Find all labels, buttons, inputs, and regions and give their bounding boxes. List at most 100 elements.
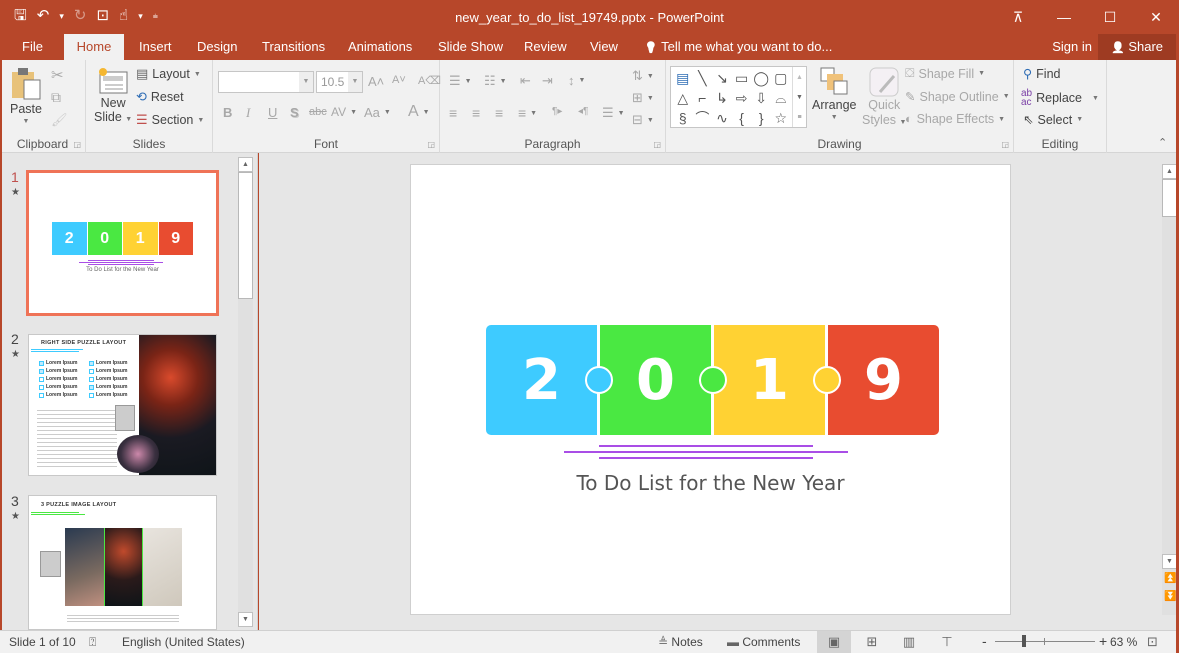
quick-styles-button[interactable]: Quick Styles ▼ bbox=[862, 66, 906, 130]
shape-gallery-item[interactable]: ▭ bbox=[732, 68, 752, 88]
font-size-input[interactable]: 10.5 ▼ bbox=[316, 71, 363, 93]
shape-outline-button[interactable]: ✎ Shape Outline ▼ bbox=[905, 89, 1010, 105]
slide-sorter-button[interactable]: ⊞ bbox=[855, 631, 889, 653]
align-right-button[interactable]: ≡ bbox=[495, 105, 503, 121]
ribbon-display-options-icon[interactable]: ⊼ bbox=[995, 0, 1041, 34]
shape-effects-button[interactable]: ◐ Shape Effects ▼ bbox=[905, 112, 1005, 126]
tab-review[interactable]: Review bbox=[512, 34, 579, 60]
underline-button[interactable]: U bbox=[268, 105, 277, 120]
right-to-left-button[interactable]: ◂¶ bbox=[578, 106, 588, 117]
slide-thumbnail-3[interactable]: 3 PUZZLE IMAGE LAYOUT bbox=[28, 495, 217, 630]
scroll-up-icon[interactable]: ▲ bbox=[1162, 164, 1177, 179]
reset-button[interactable]: ⟲ Reset bbox=[136, 89, 184, 105]
zoom-slider-thumb[interactable] bbox=[1022, 635, 1027, 647]
share-button[interactable]: 👤 Share bbox=[1098, 34, 1176, 60]
paragraph-launcher-icon[interactable]: ◲ bbox=[653, 140, 661, 149]
spellcheck-icon[interactable]: ⍰ bbox=[89, 635, 96, 650]
shape-gallery-item[interactable]: ⌓ bbox=[771, 88, 791, 108]
tell-me-box[interactable]: 💡 Tell me what you want to do... bbox=[632, 34, 844, 60]
justify-button[interactable]: ≡ ▼ bbox=[518, 105, 537, 121]
close-button[interactable]: ✕ bbox=[1133, 0, 1179, 34]
minimize-button[interactable]: — bbox=[1041, 0, 1087, 34]
convert-to-smartart-button[interactable]: ⊟ ▼ bbox=[632, 112, 654, 128]
scrollbar-thumb[interactable] bbox=[1162, 179, 1177, 217]
bold-button[interactable]: B bbox=[223, 105, 232, 120]
scroll-down-icon[interactable]: ▼ bbox=[1162, 554, 1177, 569]
shape-gallery-item[interactable]: ∿ bbox=[712, 108, 732, 128]
font-color-button[interactable]: A ▼ bbox=[408, 103, 430, 121]
gallery-up-icon[interactable]: ▲ bbox=[796, 74, 803, 81]
shape-gallery-item[interactable]: ↳ bbox=[712, 88, 732, 108]
clear-formatting-button[interactable]: A⌫ bbox=[418, 74, 441, 87]
shapes-gallery-scroll[interactable]: ▲ ▼ ≡ bbox=[792, 67, 806, 127]
font-launcher-icon[interactable]: ◲ bbox=[427, 140, 435, 149]
previous-slide-icon[interactable]: ⏫ bbox=[1164, 573, 1176, 584]
tab-animations[interactable]: Animations bbox=[336, 34, 424, 60]
shape-gallery-item[interactable]: ▢ bbox=[771, 68, 791, 88]
format-painter-icon[interactable]: 🖌 bbox=[51, 112, 68, 128]
section-button[interactable]: ☰ Section ▼ bbox=[136, 112, 204, 128]
editor-scrollbar[interactable]: ▲ ▼ bbox=[1162, 164, 1177, 615]
shape-gallery-item[interactable]: ╲ bbox=[693, 68, 713, 88]
select-button[interactable]: ⇖ Select ▼ bbox=[1023, 112, 1083, 128]
shape-gallery-item[interactable]: ◯ bbox=[751, 68, 771, 88]
shape-fill-button[interactable]: ⛋ Shape Fill ▼ bbox=[905, 66, 985, 81]
thumbnails-scrollbar[interactable]: ▲ ▼ bbox=[238, 157, 253, 627]
sign-in-link[interactable]: Sign in bbox=[1052, 34, 1092, 60]
columns-button[interactable]: ☰ ▼ bbox=[602, 105, 625, 121]
shape-gallery-item[interactable]: △ bbox=[673, 88, 693, 108]
tab-design[interactable]: Design bbox=[185, 34, 249, 60]
slide-thumbnail-1[interactable]: 2 0 1 9 To Do List for the New Year bbox=[26, 170, 219, 316]
left-to-right-button[interactable]: ¶▸ bbox=[552, 106, 562, 117]
zoom-in-button[interactable]: + bbox=[1099, 633, 1107, 649]
change-case-button[interactable]: Aa ▼ bbox=[364, 105, 391, 120]
notes-button[interactable]: ≜ Notes bbox=[658, 635, 703, 649]
zoom-out-button[interactable]: - bbox=[982, 633, 987, 649]
tab-transitions[interactable]: Transitions bbox=[250, 34, 337, 60]
language-indicator[interactable]: English (United States) bbox=[122, 635, 245, 649]
shape-gallery-item[interactable]: ⌒ bbox=[693, 108, 713, 128]
increase-indent-button[interactable]: ⇥ bbox=[542, 73, 553, 89]
scroll-down-icon[interactable]: ▼ bbox=[238, 612, 253, 627]
shape-gallery-item[interactable]: } bbox=[751, 108, 771, 128]
align-text-button[interactable]: ⊞ ▼ bbox=[632, 90, 654, 106]
bullets-button[interactable]: ☰ ▼ bbox=[449, 73, 472, 89]
puzzle-piece-1[interactable]: 1 bbox=[714, 325, 825, 435]
italic-button[interactable]: I bbox=[246, 105, 250, 121]
shape-gallery-item[interactable]: ↘ bbox=[712, 68, 732, 88]
scrollbar-thumb[interactable] bbox=[238, 172, 253, 299]
current-slide[interactable]: 2 0 1 9 To Do List for the New Year bbox=[410, 164, 1011, 615]
grow-font-button[interactable]: A˄ bbox=[368, 74, 384, 89]
comments-button[interactable]: ▬ Comments bbox=[727, 635, 800, 649]
clipboard-launcher-icon[interactable]: ◲ bbox=[73, 140, 81, 149]
shape-gallery-item[interactable]: § bbox=[673, 108, 693, 128]
character-spacing-button[interactable]: AV ▼ bbox=[331, 105, 357, 119]
drawing-launcher-icon[interactable]: ◲ bbox=[1001, 140, 1009, 149]
slide-subtitle[interactable]: To Do List for the New Year bbox=[411, 471, 1010, 495]
font-name-input[interactable]: ▼ bbox=[218, 71, 314, 93]
zoom-level[interactable]: 63 % bbox=[1110, 635, 1137, 649]
shape-gallery-item[interactable]: ⇨ bbox=[732, 88, 752, 108]
fit-slide-icon[interactable]: ⊡ bbox=[1147, 634, 1158, 650]
scroll-up-icon[interactable]: ▲ bbox=[238, 157, 253, 172]
arrange-button[interactable]: Arrange ▼ bbox=[812, 66, 856, 121]
reading-view-button[interactable]: ▥ bbox=[892, 631, 926, 653]
shape-gallery-item[interactable]: ⌐ bbox=[693, 88, 713, 108]
paste-button[interactable]: Paste ▼ bbox=[10, 66, 42, 125]
tab-file[interactable]: File bbox=[10, 34, 55, 60]
shape-gallery-item[interactable]: ☆ bbox=[771, 108, 791, 128]
tab-slide-show[interactable]: Slide Show bbox=[426, 34, 515, 60]
shadow-button[interactable]: S bbox=[290, 105, 299, 120]
slide-thumbnail-2[interactable]: RIGHT SIDE PUZZLE LAYOUT Lorem Ipsum Lore… bbox=[28, 334, 217, 476]
gallery-down-icon[interactable]: ▼ bbox=[796, 94, 803, 101]
puzzle-piece-2[interactable]: 2 bbox=[486, 325, 597, 435]
new-slide-button[interactable]: New Slide ▼ bbox=[94, 66, 132, 127]
gallery-more-icon[interactable]: ≡ bbox=[797, 114, 801, 121]
tab-home[interactable]: Home bbox=[64, 34, 124, 60]
tab-insert[interactable]: Insert bbox=[127, 34, 184, 60]
puzzle-piece-9[interactable]: 9 bbox=[828, 325, 939, 435]
next-slide-icon[interactable]: ⏬ bbox=[1164, 591, 1176, 602]
align-left-button[interactable]: ≡ bbox=[449, 105, 457, 121]
decrease-indent-button[interactable]: ⇤ bbox=[520, 73, 531, 89]
shape-gallery-item[interactable]: ▤ bbox=[673, 68, 693, 88]
